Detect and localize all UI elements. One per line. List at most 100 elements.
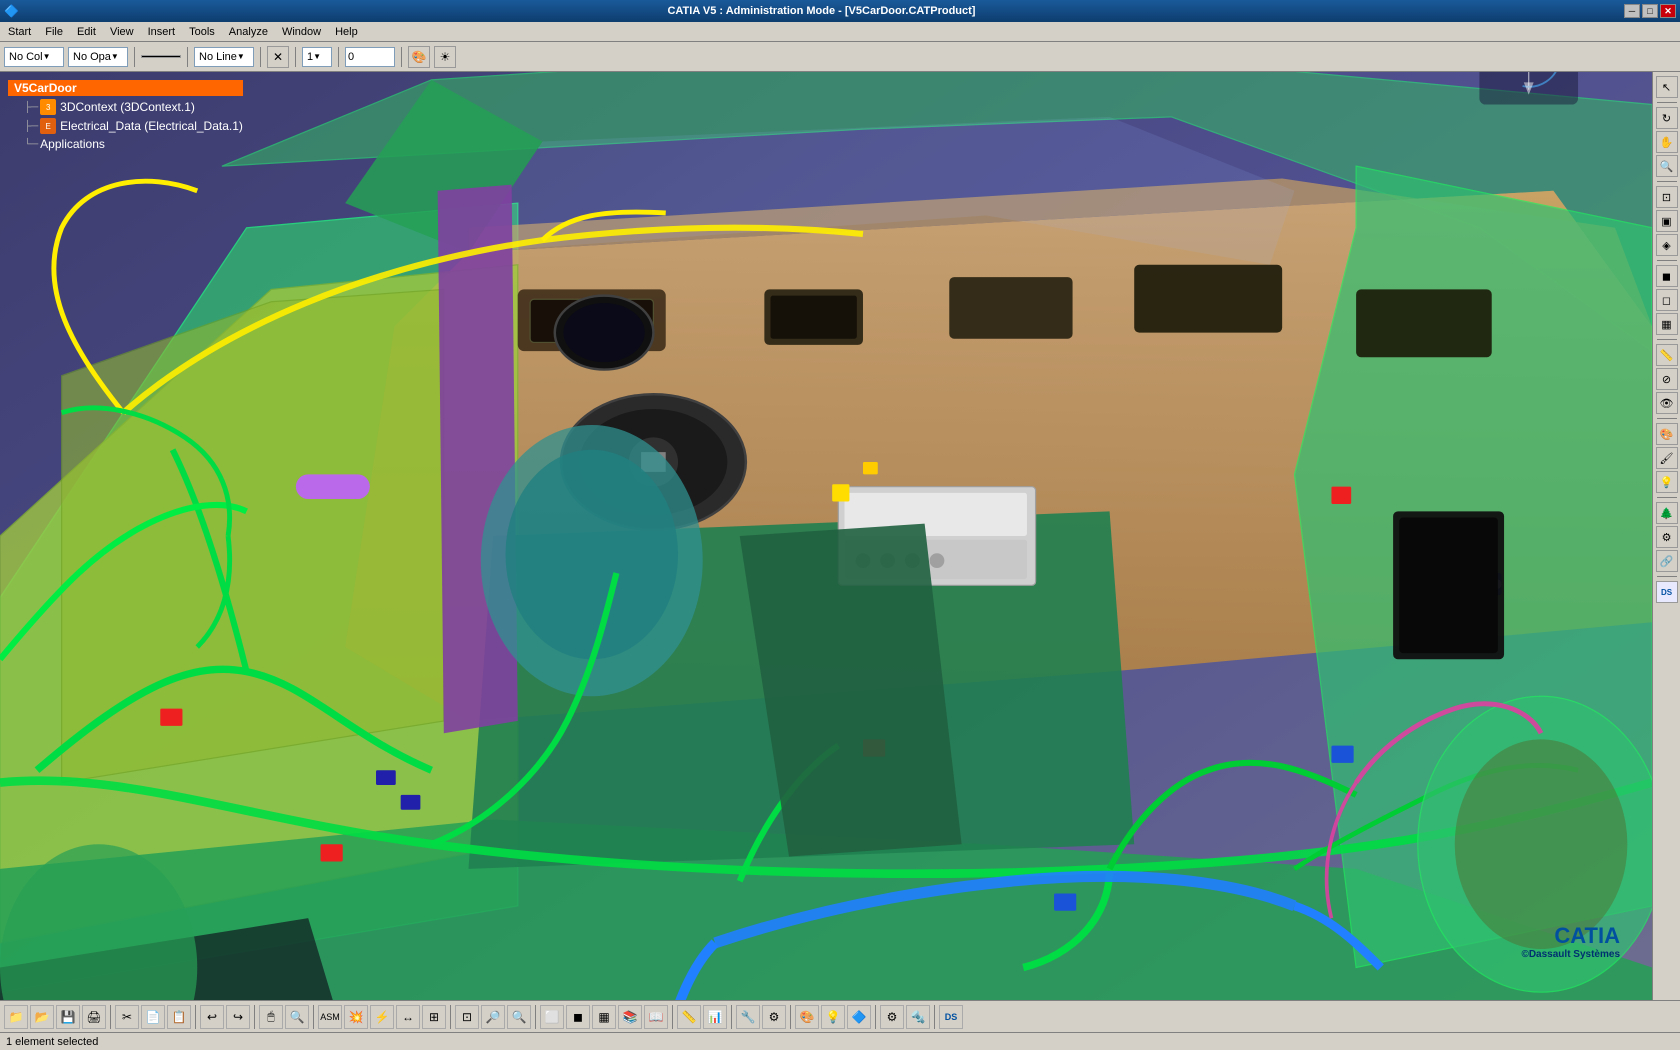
- menu-help[interactable]: Help: [329, 25, 364, 39]
- tree-item-electrical[interactable]: ├─ E Electrical_Data (Electrical_Data.1): [24, 118, 243, 134]
- snap2-icon[interactable]: ⊞: [422, 1005, 446, 1029]
- render-style-3[interactable]: 💡: [1656, 471, 1678, 493]
- filter-icon[interactable]: ⚙: [762, 1005, 786, 1029]
- catia-icon[interactable]: DS: [1656, 581, 1678, 603]
- customize-icon[interactable]: 🔩: [906, 1005, 930, 1029]
- menu-insert[interactable]: Insert: [142, 25, 182, 39]
- menu-edit[interactable]: Edit: [71, 25, 102, 39]
- properties-icon[interactable]: ⚙: [1656, 526, 1678, 548]
- render-style-2[interactable]: 🖌: [1656, 447, 1678, 469]
- viewport[interactable]: Z Y V5CarDoor ├─ 3 3DContext (3DContext.…: [0, 72, 1652, 1000]
- zoom-icon[interactable]: 🔍: [1656, 155, 1678, 177]
- library-icon[interactable]: 📖: [644, 1005, 668, 1029]
- bottom-sep-10: [875, 1005, 876, 1029]
- constraints-icon[interactable]: 🔗: [1656, 550, 1678, 572]
- view-front-icon[interactable]: ▣: [1656, 210, 1678, 232]
- edges-icon[interactable]: ▦: [1656, 313, 1678, 335]
- status-message: 1 element selected: [6, 1036, 98, 1048]
- no-color-dropdown[interactable]: No Col: [4, 47, 64, 67]
- menu-view[interactable]: View: [104, 25, 140, 39]
- new-icon[interactable]: 📁: [4, 1005, 28, 1029]
- paste-icon[interactable]: 📋: [167, 1005, 191, 1029]
- bottom-toolbar: 📁 📂 💾 🖨 ✂ 📄 📋 ↩ ↪ 🖱 🔍 ASM 💥 ⚡ ↔ ⊞ ⊡ 🔎 🔍 …: [0, 1000, 1680, 1032]
- menu-start[interactable]: Start: [2, 25, 37, 39]
- assembly-icon[interactable]: ASM: [318, 1005, 342, 1029]
- tree-electrical-icon: E: [40, 118, 56, 134]
- zoom-out-icon[interactable]: 🔍: [507, 1005, 531, 1029]
- tools-options-icon[interactable]: ⚙: [880, 1005, 904, 1029]
- zoom-all-icon[interactable]: ⊡: [455, 1005, 479, 1029]
- bottom-sep-4: [313, 1005, 314, 1029]
- right-sep-1: [1657, 102, 1677, 103]
- car-viewport-svg: Z Y: [0, 72, 1652, 1000]
- fit-all-icon[interactable]: ⊡: [1656, 186, 1678, 208]
- tree-toggle-icon[interactable]: 🌲: [1656, 502, 1678, 524]
- view-iso-icon[interactable]: ◈: [1656, 234, 1678, 256]
- main-area: Z Y V5CarDoor ├─ 3 3DContext (3DContext.…: [0, 72, 1680, 1000]
- render-icon[interactable]: 🎨: [408, 46, 430, 68]
- toolbar-separator-4: [295, 47, 296, 67]
- value-dropdown-1[interactable]: 1: [302, 47, 332, 67]
- close-button[interactable]: ✕: [1660, 4, 1676, 18]
- search-icon-bottom[interactable]: 🔍: [285, 1005, 309, 1029]
- tree-root-item[interactable]: V5CarDoor: [8, 80, 243, 96]
- copy-icon[interactable]: 📄: [141, 1005, 165, 1029]
- bottom-sep-5: [450, 1005, 451, 1029]
- material-icon[interactable]: 🔷: [847, 1005, 871, 1029]
- render-style-1[interactable]: 🎨: [1656, 423, 1678, 445]
- open-icon[interactable]: 📂: [30, 1005, 54, 1029]
- tree-item-applications[interactable]: └─ Applications: [24, 137, 243, 151]
- section-icon[interactable]: ⊘: [1656, 368, 1678, 390]
- bottom-sep-9: [790, 1005, 791, 1029]
- catalog-icon[interactable]: 📚: [618, 1005, 642, 1029]
- rotate-icon[interactable]: ↻: [1656, 107, 1678, 129]
- titlebar-controls: ─ □ ✕: [1624, 4, 1676, 18]
- minimize-button[interactable]: ─: [1624, 4, 1640, 18]
- bottom-sep-8: [731, 1005, 732, 1029]
- bottom-sep-7: [672, 1005, 673, 1029]
- redo-icon[interactable]: ↪: [226, 1005, 250, 1029]
- sun-icon[interactable]: ☀: [434, 46, 456, 68]
- component-icon[interactable]: ▦: [592, 1005, 616, 1029]
- bottom-sep-3: [254, 1005, 255, 1029]
- shading-icon[interactable]: ◼: [1656, 265, 1678, 287]
- move-icon[interactable]: ↔: [396, 1005, 420, 1029]
- cut-icon[interactable]: ✂: [115, 1005, 139, 1029]
- layer-icon[interactable]: 🔧: [736, 1005, 760, 1029]
- no-opacity-dropdown[interactable]: No Opa: [68, 47, 128, 67]
- cursor-icon[interactable]: ↖: [1656, 76, 1678, 98]
- menu-file[interactable]: File: [39, 25, 69, 39]
- menubar: Start File Edit View Insert Tools Analyz…: [0, 22, 1680, 42]
- catia-ds-icon[interactable]: DS: [939, 1005, 963, 1029]
- clash-icon[interactable]: ⚡: [370, 1005, 394, 1029]
- measure-icon[interactable]: 📏: [1656, 344, 1678, 366]
- menu-analyze[interactable]: Analyze: [223, 25, 274, 39]
- maximize-button[interactable]: □: [1642, 4, 1658, 18]
- tree-item-3dcontext[interactable]: ├─ 3 3DContext (3DContext.1): [24, 99, 243, 115]
- zoom-in-icon[interactable]: 🔎: [481, 1005, 505, 1029]
- menu-tools[interactable]: Tools: [183, 25, 221, 39]
- catia-sub-text: ©Dassault Systèmes: [1521, 949, 1620, 960]
- bottom-sep-6: [535, 1005, 536, 1029]
- menu-window[interactable]: Window: [276, 25, 327, 39]
- snap-icon[interactable]: 🖱: [259, 1005, 283, 1029]
- x-button[interactable]: ✕: [267, 46, 289, 68]
- save-icon[interactable]: 💾: [56, 1005, 80, 1029]
- undo-icon[interactable]: ↩: [200, 1005, 224, 1029]
- pan-icon[interactable]: ✋: [1656, 131, 1678, 153]
- no-line-dropdown[interactable]: No Line: [194, 47, 254, 67]
- render-bottom-icon[interactable]: 🎨: [795, 1005, 819, 1029]
- light-icon[interactable]: 💡: [821, 1005, 845, 1029]
- measure-bottom-icon[interactable]: 📏: [677, 1005, 701, 1029]
- analyze-icon[interactable]: 📊: [703, 1005, 727, 1029]
- product-icon[interactable]: ◼: [566, 1005, 590, 1029]
- value-input[interactable]: [345, 47, 395, 67]
- line-style-selector[interactable]: [141, 55, 181, 58]
- titlebar-icon: 🔷: [4, 4, 19, 18]
- bottom-sep-2: [195, 1005, 196, 1029]
- print-icon[interactable]: 🖨: [82, 1005, 106, 1029]
- part-icon[interactable]: ⬜: [540, 1005, 564, 1029]
- hide-icon[interactable]: 👁: [1656, 392, 1678, 414]
- explode-icon[interactable]: 💥: [344, 1005, 368, 1029]
- wireframe-icon[interactable]: ◻: [1656, 289, 1678, 311]
